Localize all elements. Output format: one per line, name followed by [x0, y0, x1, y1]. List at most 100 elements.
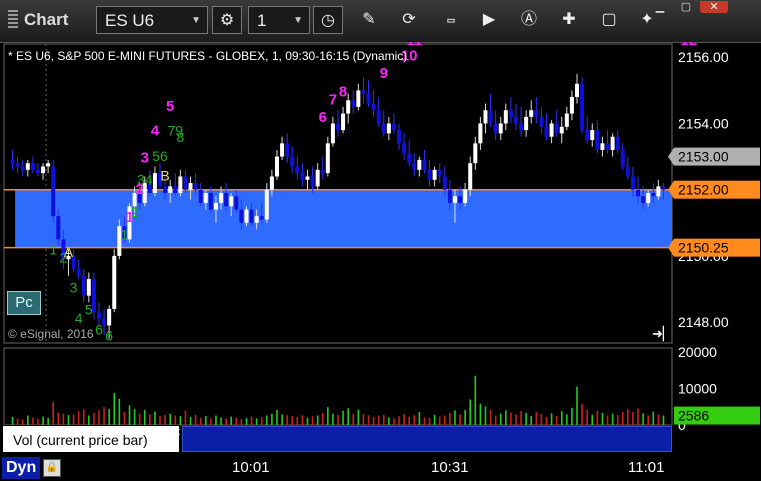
y-tick-label: 2154.00	[678, 115, 729, 131]
candle-body	[310, 176, 315, 187]
candle-body	[575, 83, 580, 97]
candle-body	[259, 216, 264, 220]
candle-body	[51, 166, 56, 217]
candle-body	[519, 123, 524, 131]
candle-body	[539, 116, 544, 127]
candle-body	[559, 126, 564, 134]
candle-body	[595, 130, 600, 150]
close-button[interactable]: ✕	[700, 1, 728, 13]
scroll-to-end-icon[interactable]: ➜▏	[652, 326, 673, 342]
refresh-button[interactable]: ⟳	[394, 6, 424, 34]
candle-body	[361, 90, 366, 94]
chart-annotation: 5	[166, 98, 174, 115]
maximize-button[interactable]: ▢	[676, 1, 696, 13]
candle-body	[473, 143, 478, 164]
candle-body	[20, 166, 25, 170]
candle-body	[219, 193, 224, 203]
candle-body	[269, 176, 274, 190]
candle-body	[483, 110, 488, 124]
candle-body	[590, 130, 595, 141]
chart-header: * ES U6, S&P 500 E-MINI FUTURES - GLOBEX…	[8, 49, 407, 63]
candle-body	[412, 163, 417, 170]
volume-study-bar	[182, 426, 672, 452]
candle-body	[107, 308, 112, 326]
minimize-button[interactable]: ▁	[650, 1, 670, 13]
alert-button[interactable]: Ⓐ	[514, 6, 544, 34]
symbol-combo[interactable]: ES U6 ▼	[96, 6, 208, 34]
link-button[interactable]: ⚙	[212, 6, 242, 34]
candle-body	[315, 169, 320, 187]
candle-body	[636, 189, 641, 197]
price-chart[interactable]: 1234567891011121A2345661234B56798* ES U6…	[0, 42, 761, 455]
candle-body	[508, 110, 513, 117]
candle-body	[493, 123, 498, 134]
chart-annotation: 5	[85, 302, 93, 318]
candle-body	[183, 176, 188, 190]
candle-body	[534, 110, 539, 117]
drag-grip-icon[interactable]	[8, 10, 18, 28]
window-titlebar: Chart ES U6 ▼ ⚙ 1 ▼ ◷ ✎ ⟳ ▭ ▶ Ⓐ ✚ ▢ ✦ ▁ ▢ …	[0, 0, 761, 43]
candle-body	[569, 96, 574, 114]
x-tick-label: 10:01	[232, 459, 270, 476]
symbol-value: ES U6	[105, 11, 155, 30]
candle-body	[295, 166, 300, 174]
candle-body	[442, 176, 447, 190]
candle-body	[30, 163, 35, 170]
candle-body	[371, 103, 376, 111]
candle-body	[498, 123, 503, 134]
candle-body	[513, 116, 518, 124]
candle-body	[229, 196, 234, 207]
candle-body	[407, 153, 412, 164]
price-badge-label: 2152.00	[678, 182, 729, 198]
pencil-icon: ✎	[362, 11, 376, 28]
chart-annotation: 2	[59, 250, 67, 266]
candle-body	[366, 93, 371, 104]
candle-body	[661, 186, 666, 190]
candle-body	[625, 166, 630, 177]
candle-body	[381, 123, 386, 134]
candle-body	[285, 143, 290, 157]
x-tick-label: 10:31	[431, 459, 469, 476]
candle-body	[224, 193, 229, 207]
candle-body	[620, 149, 625, 167]
chart-annotation: 8	[339, 84, 347, 101]
chart-annotation: 2	[131, 204, 139, 220]
candle-body	[554, 123, 559, 134]
pc-button[interactable]: Pc	[7, 291, 41, 315]
chevron-down-icon: ▼	[191, 15, 201, 26]
price-badge-pointer	[668, 147, 674, 166]
candle-body	[478, 123, 483, 144]
interval-combo[interactable]: 1 ▼	[248, 6, 310, 34]
candle-body	[427, 169, 432, 180]
candle-body	[341, 113, 346, 131]
draw-button[interactable]: ✎	[354, 6, 384, 34]
comment-button[interactable]: ▢	[594, 6, 624, 34]
candle-body	[564, 113, 569, 127]
close-icon[interactable]: ✕	[172, 426, 181, 439]
play-icon: ▶	[482, 11, 496, 28]
candle-body	[330, 123, 335, 144]
comment-icon: ▢	[601, 11, 617, 28]
tools-button[interactable]: ✚	[554, 6, 584, 34]
chart-annotation: 8	[176, 129, 184, 145]
chart-annotation: 1	[121, 226, 129, 242]
dyn-label[interactable]: Dyn	[2, 457, 41, 479]
volume-study-label[interactable]: Vol (current price bar)	[2, 425, 180, 453]
time-template-button[interactable]: ◷	[313, 6, 343, 34]
candle-body	[25, 163, 30, 170]
volume-pane: 200001000002586	[3, 344, 760, 433]
chart-annotation: 6	[105, 327, 113, 343]
chart-annotation: 56	[152, 148, 168, 164]
play-button[interactable]: ▶	[474, 6, 504, 34]
candle-body	[417, 159, 422, 170]
volume-tick-label: 10000	[678, 381, 717, 397]
candle-body	[437, 169, 442, 177]
chart-annotation: 12	[681, 42, 698, 49]
refresh-icon: ⟳	[402, 11, 416, 28]
candle-body	[346, 100, 351, 114]
clock-icon: ◷	[321, 12, 335, 29]
lock-icon[interactable]: 🔒	[43, 459, 61, 477]
candle-body	[468, 163, 473, 190]
chart-annotation: 34	[137, 172, 153, 188]
get-button[interactable]: ▭	[436, 6, 466, 34]
